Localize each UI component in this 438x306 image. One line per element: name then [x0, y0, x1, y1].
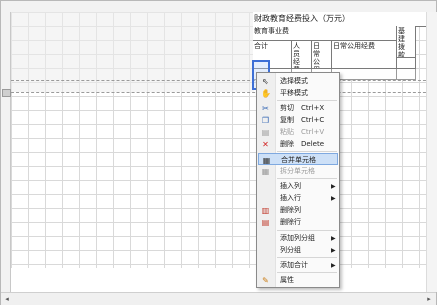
header-public-total-label: 日常公用经费: [333, 42, 375, 50]
hand-icon: ✋: [261, 89, 271, 98]
menu-item-insert-column[interactable]: 插入列 ▶: [258, 180, 338, 192]
band-marker[interactable]: [2, 89, 11, 97]
menu-separator: [277, 257, 337, 258]
menu-item-delete-column[interactable]: ▥ 删除列: [258, 204, 338, 216]
menu-item-cut[interactable]: ✂ 剪切 Ctrl+X: [258, 102, 338, 114]
header-cell-capital[interactable]: 基建拨款: [397, 26, 416, 58]
copy-icon: ❐: [261, 116, 270, 125]
delete-icon: ✕: [262, 140, 269, 149]
menu-separator: [277, 272, 337, 273]
vertical-scrollbar[interactable]: [426, 12, 437, 292]
header-edu-label: 教育事业费: [254, 27, 289, 35]
band-divider-top: [11, 80, 436, 81]
menu-item-add-total[interactable]: 添加合计 ▶: [258, 259, 338, 271]
menu-item-copy[interactable]: ❐ 复制 Ctrl+C: [258, 114, 338, 126]
merge-cells-icon: ▦: [262, 156, 271, 165]
band-divider-bottom: [11, 92, 436, 93]
menu-item-split-cells[interactable]: ▦ 拆分单元格: [258, 165, 338, 177]
menu-item-insert-row[interactable]: 插入行 ▶: [258, 192, 338, 204]
header-personnel-label: 人员经费: [293, 42, 300, 68]
detail-cell[interactable]: [397, 69, 416, 80]
header-total-label: 合计: [254, 42, 268, 50]
header-cell-personnel[interactable]: 人员经费: [292, 41, 312, 69]
submenu-arrow-icon: ▶: [331, 183, 336, 190]
header-capital-label: 基建拨款: [398, 27, 405, 58]
header-public-label: 日常公用经费: [313, 42, 320, 68]
menu-item-properties[interactable]: ✎ 属性: [258, 274, 338, 286]
report-title-cell[interactable]: 财政教育经费投入（万元）: [253, 12, 433, 27]
submenu-arrow-icon: ▶: [331, 235, 336, 242]
scroll-left-icon[interactable]: ◂: [3, 295, 11, 303]
menu-separator: [277, 100, 337, 101]
submenu-arrow-icon: ▶: [331, 195, 336, 202]
menu-separator: [277, 178, 337, 179]
header-cell-edu[interactable]: 教育事业费: [253, 26, 397, 41]
menu-separator: [277, 151, 337, 152]
header-cell-public-total[interactable]: 日常公用经费: [332, 41, 397, 69]
scissors-icon: ✂: [262, 104, 269, 113]
menu-item-delete-row[interactable]: ▤ 删除行: [258, 216, 338, 228]
header-cell-capital-sub[interactable]: [397, 58, 416, 69]
submenu-arrow-icon: ▶: [331, 247, 336, 254]
submenu-arrow-icon: ▶: [331, 262, 336, 269]
split-cells-icon: ▦: [261, 167, 270, 176]
menu-item-select-mode[interactable]: ⇖ 选择模式: [258, 75, 338, 87]
menu-item-delete[interactable]: ✕ 删除 Delete: [258, 138, 338, 150]
menu-item-column-group[interactable]: 列分组 ▶: [258, 244, 338, 256]
menu-separator: [277, 230, 337, 231]
left-ruler: [1, 12, 11, 292]
paste-icon: ▤: [261, 128, 270, 137]
delete-column-icon: ▥: [261, 206, 270, 215]
cursor-icon: ⇖: [262, 77, 269, 86]
menu-item-paste[interactable]: ▤ 粘贴 Ctrl+V: [258, 126, 338, 138]
menu-item-merge-cells[interactable]: ▦ 合并单元格: [258, 153, 338, 165]
menu-item-pan-mode[interactable]: ✋ 平移模式: [258, 87, 338, 99]
delete-row-icon: ▤: [261, 218, 270, 227]
horizontal-scrollbar[interactable]: ◂ ▸: [1, 292, 436, 305]
detail-cell[interactable]: [332, 69, 397, 80]
menu-item-add-column-group[interactable]: 添加列分组 ▶: [258, 232, 338, 244]
report-title: 财政教育经费投入（万元）: [254, 14, 350, 23]
header-cell-public[interactable]: 日常公用经费: [312, 41, 332, 69]
context-menu: ⇖ 选择模式 ✋ 平移模式 ✂ 剪切 Ctrl+X ❐ 复制 Ctrl+C ▤ …: [256, 72, 340, 288]
properties-icon: ✎: [262, 276, 269, 285]
scroll-right-icon[interactable]: ▸: [425, 295, 433, 303]
